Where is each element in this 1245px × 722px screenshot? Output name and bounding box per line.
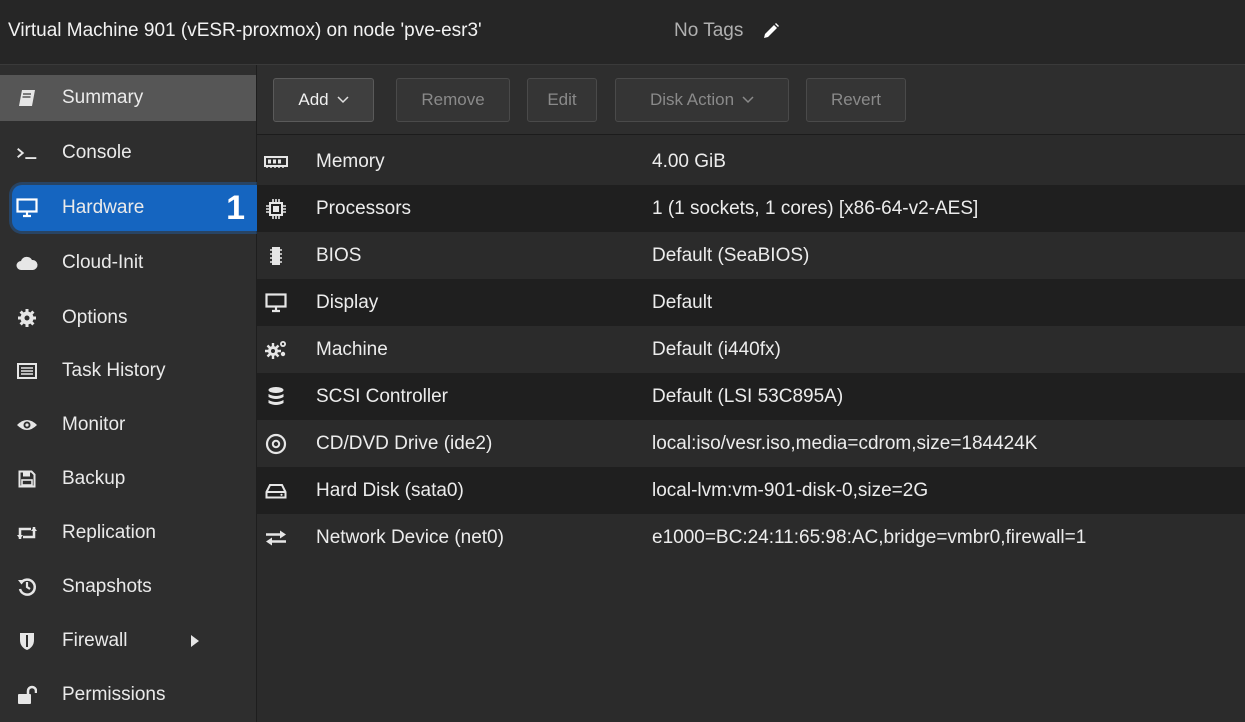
eye-icon xyxy=(16,414,38,436)
table-row-hard-disk[interactable]: Hard Disk (sata0) local-lvm:vm-901-disk-… xyxy=(257,467,1245,514)
microchip-icon xyxy=(263,243,289,269)
hardware-name: Hard Disk (sata0) xyxy=(316,479,464,501)
cogs-icon xyxy=(263,337,289,363)
hardware-name: Memory xyxy=(316,150,385,172)
sidebar-item-options[interactable]: Options xyxy=(0,295,256,341)
retweet-icon xyxy=(16,522,38,544)
sidebar-item-hardware[interactable]: Hardware 1 xyxy=(12,185,257,231)
table-row-machine[interactable]: Machine Default (i440fx) xyxy=(257,326,1245,373)
history-icon xyxy=(16,576,38,598)
cdrom-icon xyxy=(263,431,289,457)
hardware-name: Network Device (net0) xyxy=(316,526,504,548)
hardware-value: e1000=BC:24:11:65:98:AC,bridge=vmbr0,fir… xyxy=(652,526,1087,548)
desktop-icon xyxy=(263,290,289,316)
sidebar-item-replication[interactable]: Replication xyxy=(0,510,256,556)
sidebar-item-label: Firewall xyxy=(62,630,128,651)
hardware-value: Default (SeaBIOS) xyxy=(652,244,810,266)
sidebar-item-label: Cloud-Init xyxy=(62,252,144,273)
sidebar-item-snapshots[interactable]: Snapshots xyxy=(0,564,256,610)
hardware-grid: Memory 4.00 GiB Processors 1 (1 sockets,… xyxy=(257,138,1245,722)
hardware-value: local-lvm:vm-901-disk-0,size=2G xyxy=(652,479,929,501)
cpu-icon xyxy=(263,196,289,222)
sidebar-item-label: Backup xyxy=(62,468,126,489)
remove-button[interactable]: Remove xyxy=(396,78,510,122)
sidebar-item-label: Task History xyxy=(62,360,166,381)
hardware-name: BIOS xyxy=(316,244,362,266)
sidebar-item-backup[interactable]: Backup xyxy=(0,456,256,502)
title-bar: Virtual Machine 901 (vESR-proxmox) on no… xyxy=(0,0,1245,65)
toolbar: Add Remove Edit Disk Action Revert xyxy=(257,65,1245,135)
table-row-network-device[interactable]: Network Device (net0) e1000=BC:24:11:65:… xyxy=(257,514,1245,561)
cloud-icon xyxy=(16,252,38,274)
chevron-down-icon xyxy=(742,96,754,104)
annotation-badge: 1 xyxy=(226,188,245,227)
database-icon xyxy=(263,384,289,410)
disk-action-button[interactable]: Disk Action xyxy=(615,78,789,122)
floppy-icon xyxy=(16,468,38,490)
exchange-icon xyxy=(263,525,289,551)
sidebar-item-monitor[interactable]: Monitor xyxy=(0,402,256,448)
add-button[interactable]: Add xyxy=(273,78,374,122)
hardware-value: Default (LSI 53C895A) xyxy=(652,385,844,407)
table-row-scsi-controller[interactable]: SCSI Controller Default (LSI 53C895A) xyxy=(257,373,1245,420)
book-icon xyxy=(16,87,38,109)
revert-button[interactable]: Revert xyxy=(806,78,906,122)
disk-action-label: Disk Action xyxy=(649,90,735,109)
desktop-icon xyxy=(16,197,38,219)
hdd-icon xyxy=(263,478,289,504)
table-row-cdrom[interactable]: CD/DVD Drive (ide2) local:iso/vesr.iso,m… xyxy=(257,420,1245,467)
edit-button[interactable]: Edit xyxy=(527,78,597,122)
table-row-memory[interactable]: Memory 4.00 GiB xyxy=(257,138,1245,185)
chevron-down-icon xyxy=(337,96,349,104)
table-row-display[interactable]: Display Default xyxy=(257,279,1245,326)
table-row-processors[interactable]: Processors 1 (1 sockets, 1 cores) [x86-6… xyxy=(257,185,1245,232)
sidebar-item-permissions[interactable]: Permissions xyxy=(0,672,256,718)
hardware-name: Processors xyxy=(316,197,412,219)
gear-icon xyxy=(16,307,38,329)
sidebar-item-label: Monitor xyxy=(62,414,126,435)
list-icon xyxy=(16,360,38,382)
sidebar-item-label: Snapshots xyxy=(62,576,152,597)
hardware-value: local:iso/vesr.iso,media=cdrom,size=1844… xyxy=(652,432,1038,454)
unlock-icon xyxy=(16,684,38,706)
sidebar: Summary Console Hardware 1 Cloud-Init Op… xyxy=(0,65,257,722)
edit-button-label: Edit xyxy=(547,90,577,109)
expand-arrow-icon[interactable] xyxy=(190,634,200,648)
pencil-icon[interactable] xyxy=(762,22,780,40)
sidebar-item-label: Options xyxy=(62,307,128,328)
sidebar-item-label: Console xyxy=(62,142,132,163)
revert-button-label: Revert xyxy=(830,90,882,109)
add-button-label: Add xyxy=(298,90,329,109)
shield-icon xyxy=(16,630,38,652)
hardware-name: Display xyxy=(316,291,379,313)
hardware-value: 1 (1 sockets, 1 cores) [x86-64-v2-AES] xyxy=(652,197,979,219)
hardware-value: Default xyxy=(652,291,713,313)
memory-icon xyxy=(263,149,289,175)
hardware-value: Default (i440fx) xyxy=(652,338,781,360)
sidebar-item-cloud-init[interactable]: Cloud-Init xyxy=(0,240,256,286)
sidebar-item-label: Hardware xyxy=(62,197,145,218)
remove-button-label: Remove xyxy=(421,90,485,109)
hardware-value: 4.00 GiB xyxy=(652,150,726,172)
vm-panel: Virtual Machine 901 (vESR-proxmox) on no… xyxy=(0,0,1245,722)
sidebar-item-console[interactable]: Console xyxy=(0,130,256,176)
vm-title: Virtual Machine 901 (vESR-proxmox) on no… xyxy=(8,20,482,41)
terminal-icon xyxy=(16,142,38,164)
table-row-bios[interactable]: BIOS Default (SeaBIOS) xyxy=(257,232,1245,279)
hardware-name: Machine xyxy=(316,338,388,360)
sidebar-item-summary[interactable]: Summary xyxy=(0,75,256,121)
sidebar-item-label: Summary xyxy=(62,87,144,108)
hardware-name: CD/DVD Drive (ide2) xyxy=(316,432,493,454)
sidebar-item-task-history[interactable]: Task History xyxy=(0,348,256,394)
sidebar-item-label: Permissions xyxy=(62,684,166,705)
tags-label[interactable]: No Tags xyxy=(674,20,743,42)
sidebar-item-firewall[interactable]: Firewall xyxy=(0,618,256,664)
sidebar-item-label: Replication xyxy=(62,522,156,543)
hardware-name: SCSI Controller xyxy=(316,385,448,407)
